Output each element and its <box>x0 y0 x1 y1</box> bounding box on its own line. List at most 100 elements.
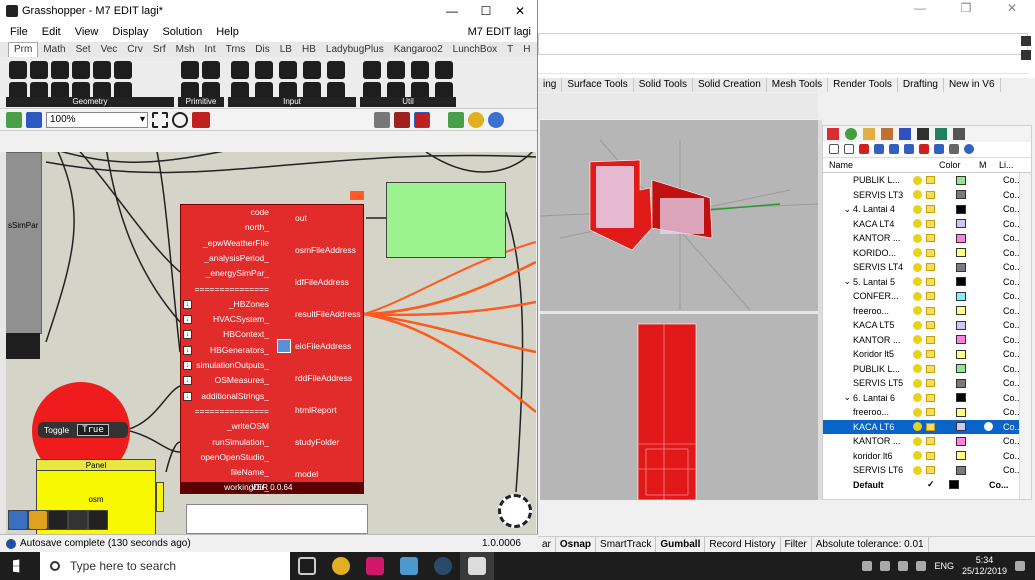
input-component-icon[interactable] <box>231 61 249 79</box>
tab-kangaroo2[interactable]: Kangaroo2 <box>389 43 448 57</box>
layer-color-swatch[interactable] <box>956 320 966 330</box>
tab-crv[interactable]: Crv <box>122 43 148 57</box>
data-input-icon[interactable] <box>89 511 107 529</box>
material-dot-icon[interactable] <box>984 219 993 228</box>
col-material[interactable]: M <box>973 158 993 172</box>
lock-icon[interactable] <box>926 306 935 315</box>
layer-color-swatch[interactable] <box>949 480 959 490</box>
move-down-icon[interactable] <box>889 144 899 154</box>
preview-selected-icon[interactable] <box>414 111 430 128</box>
layer-row[interactable]: ⌄ 5. Lantai 5 Co... <box>823 275 1031 290</box>
lock-icon[interactable] <box>926 234 935 243</box>
taskbar-photos[interactable] <box>392 552 426 580</box>
lock-icon[interactable] <box>926 190 935 199</box>
sketch-icon[interactable] <box>192 111 210 128</box>
layer-row[interactable]: SERVIS LT6 Co... <box>823 463 1031 478</box>
layer-row[interactable]: KANTOR ... Co... <box>823 231 1031 246</box>
input-port[interactable]: openOpenStudio_ <box>200 452 269 462</box>
col-name[interactable]: Name <box>823 158 933 172</box>
geometry-component-icon[interactable] <box>51 61 69 79</box>
material-dot-icon[interactable] <box>984 422 993 432</box>
taskbar-steam[interactable] <box>426 552 460 580</box>
input-port[interactable]: OSMeasures_ <box>215 375 269 385</box>
visibility-bulb-icon[interactable] <box>913 291 922 301</box>
layer-color-swatch[interactable] <box>956 190 966 200</box>
input-port[interactable]: simulationOutputs_ <box>196 360 269 370</box>
tab-trns[interactable]: Trns <box>221 43 251 57</box>
visibility-bulb-icon[interactable] <box>913 407 922 417</box>
zoom-dropdown[interactable]: 100% <box>46 111 148 128</box>
taskbar-search[interactable]: Type here to search <box>40 552 290 580</box>
layer-row[interactable]: KANTOR ... Co... <box>823 434 1031 449</box>
material-dot-icon[interactable] <box>984 176 993 185</box>
output-port[interactable]: osmFileAddress <box>295 245 356 255</box>
material-dot-icon[interactable] <box>984 335 993 344</box>
tray-chevron-icon[interactable] <box>880 561 891 571</box>
display-mode-icon[interactable] <box>488 111 504 128</box>
materials-icon[interactable] <box>845 128 857 140</box>
visibility-bulb-icon[interactable] <box>913 306 922 316</box>
filter-icon[interactable] <box>919 144 929 154</box>
rhino-tab[interactable]: Surface Tools <box>562 78 634 92</box>
layer-color-swatch[interactable] <box>956 277 966 287</box>
material-dot-icon[interactable] <box>984 364 993 373</box>
lock-icon[interactable] <box>926 451 935 460</box>
visibility-bulb-icon[interactable] <box>913 378 922 388</box>
tray-network-icon[interactable] <box>898 561 909 571</box>
layer-row[interactable]: Koridor lt5 Co... <box>823 347 1031 362</box>
material-dot-icon[interactable] <box>984 408 993 417</box>
input-port[interactable]: north_ <box>245 222 269 232</box>
ladybug-icon[interactable] <box>29 511 47 529</box>
visibility-bulb-icon[interactable] <box>913 349 922 359</box>
primitive-component-icon[interactable] <box>181 61 199 79</box>
layer-color-swatch[interactable] <box>956 393 966 403</box>
output-port[interactable]: model <box>295 469 318 479</box>
input-port[interactable]: _writeOSM <box>227 421 269 431</box>
toggle-value[interactable]: True <box>77 424 109 436</box>
tab-dis[interactable]: Dis <box>250 43 274 57</box>
output-port[interactable]: resultFileAddress <box>295 309 361 319</box>
layer-row[interactable]: freeroo... Co... <box>823 405 1031 420</box>
lock-icon[interactable] <box>926 219 935 228</box>
input-component-icon[interactable] <box>279 61 297 79</box>
gh-canvas[interactable]: sSimPar VER 0.0.64 code north_ _epwWeather… <box>6 152 536 534</box>
layer-row[interactable]: SERVIS LT5 Co... <box>823 376 1031 391</box>
status-pane[interactable]: Osnap <box>556 537 597 552</box>
lock-icon[interactable] <box>926 263 935 272</box>
material-dot-icon[interactable] <box>984 379 993 388</box>
help-icon[interactable] <box>964 144 974 154</box>
input-port[interactable]: _HBZones <box>229 299 269 309</box>
rhino-side-button[interactable] <box>1021 36 1031 46</box>
input-port[interactable]: HBGenerators_ <box>210 345 269 355</box>
front-viewport[interactable] <box>540 314 818 500</box>
layer-color-swatch[interactable] <box>956 407 966 417</box>
rhino-side-button[interactable] <box>1021 50 1031 60</box>
input-component-icon[interactable] <box>255 61 273 79</box>
panel-menu-icon[interactable] <box>953 128 965 140</box>
input-port[interactable]: _analysisPeriod_ <box>204 253 269 263</box>
tab-prm[interactable]: Prm <box>8 42 39 57</box>
preview-eye-icon[interactable] <box>172 111 188 128</box>
lock-icon[interactable] <box>926 248 935 257</box>
minimize-button[interactable]: — <box>435 4 469 18</box>
visibility-bulb-icon[interactable] <box>913 175 922 185</box>
input-port[interactable]: =============== <box>195 284 269 294</box>
layer-color-swatch[interactable] <box>956 349 966 359</box>
layer-row[interactable]: freeroo... Co... <box>823 304 1031 319</box>
display-icon[interactable] <box>899 128 911 140</box>
rhino-command-prompt[interactable] <box>538 58 1028 74</box>
layer-expander[interactable]: ⌄ <box>823 276 853 287</box>
lock-icon[interactable] <box>926 292 935 301</box>
lock-icon[interactable] <box>926 176 935 185</box>
input-port[interactable]: =============== <box>195 406 269 416</box>
layer-color-swatch[interactable] <box>956 364 966 374</box>
output-port[interactable]: htmlReport <box>295 405 337 415</box>
input-port[interactable]: workingDir_ <box>224 482 269 492</box>
util-component-icon[interactable] <box>363 61 381 79</box>
tab-h[interactable]: H <box>518 43 535 57</box>
tab-t[interactable]: T <box>502 43 518 57</box>
task-view-button[interactable] <box>290 552 324 580</box>
layer-row[interactable]: KANTOR ... Co... <box>823 333 1031 348</box>
tab-int[interactable]: Int <box>200 43 221 57</box>
visibility-bulb-icon[interactable] <box>913 436 922 446</box>
